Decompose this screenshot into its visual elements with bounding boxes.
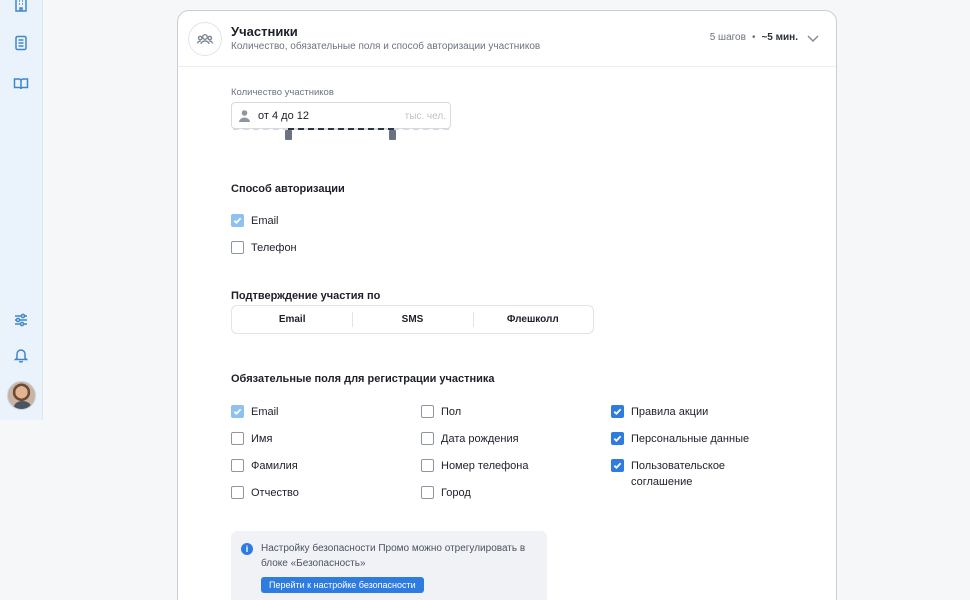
required-patronymic-checkbox[interactable]: Отчество <box>231 485 299 501</box>
checkbox-unchecked-icon[interactable] <box>231 432 244 445</box>
confirm-option-email[interactable]: Email <box>232 306 352 333</box>
required-city-label: Город <box>441 487 471 499</box>
checkbox-checked-icon[interactable] <box>231 405 244 418</box>
auth-email-label: Email <box>251 215 279 227</box>
auth-section-title: Способ авторизации <box>231 183 345 195</box>
confirm-section-title: Подтверждение участия по <box>231 290 381 302</box>
avatar[interactable] <box>7 381 36 410</box>
auth-phone-checkbox[interactable]: Телефон <box>231 240 297 256</box>
required-phone-checkbox[interactable]: Номер телефона <box>421 458 528 474</box>
chevron-down-icon[interactable] <box>806 31 820 45</box>
checkbox-unchecked-icon[interactable] <box>421 459 434 472</box>
required-gender-label: Пол <box>441 406 462 418</box>
card-meta: 5 шагов • ~5 мин. <box>710 32 798 43</box>
building-icon[interactable] <box>11 0 31 14</box>
required-rules-label: Правила акции <box>631 406 709 418</box>
required-birthdate-checkbox[interactable]: Дата рождения <box>421 431 519 447</box>
time-estimate: ~5 мин. <box>761 32 798 43</box>
sidebar <box>0 0 43 420</box>
required-gender-checkbox[interactable]: Пол <box>421 404 461 420</box>
checkbox-checked-icon[interactable] <box>611 459 624 472</box>
checkbox-unchecked-icon[interactable] <box>231 241 244 254</box>
checkbox-checked-icon[interactable] <box>611 432 624 445</box>
checkbox-unchecked-icon[interactable] <box>421 405 434 418</box>
steps-count: 5 шагов <box>709 32 746 43</box>
auth-email-checkbox[interactable]: Email <box>231 213 279 229</box>
required-patronymic-label: Отчество <box>251 487 299 499</box>
required-name-checkbox[interactable]: Имя <box>231 431 272 447</box>
required-birthdate-label: Дата рождения <box>441 433 519 445</box>
security-info-box: i Настройку безопасности Промо можно отр… <box>231 531 547 600</box>
confirm-option-sms[interactable]: SMS <box>352 306 472 333</box>
confirm-segmented-control[interactable]: Email SMS Флешколл <box>231 305 594 334</box>
meta-separator: • <box>751 32 756 43</box>
required-personal-data-label: Персональные данные <box>631 433 750 445</box>
book-icon[interactable] <box>11 74 31 94</box>
required-surname-checkbox[interactable]: Фамилия <box>231 458 298 474</box>
document-icon[interactable] <box>11 33 31 53</box>
required-section-title: Обязательные поля для регистрации участн… <box>231 373 495 385</box>
required-city-checkbox[interactable]: Город <box>421 485 471 501</box>
required-email-checkbox[interactable]: Email <box>231 404 279 420</box>
slider-min-handle[interactable] <box>285 130 292 140</box>
card-header[interactable]: Участники Количество, обязательные поля … <box>178 11 836 67</box>
checkbox-unchecked-icon[interactable] <box>231 459 244 472</box>
checkbox-checked-icon[interactable] <box>231 214 244 227</box>
info-icon: i <box>241 543 253 555</box>
card-subtitle: Количество, обязательные поля и способ а… <box>231 41 541 52</box>
participants-slider[interactable] <box>231 126 451 144</box>
card-title: Участники <box>231 24 298 39</box>
required-surname-label: Фамилия <box>251 460 298 472</box>
go-to-security-button[interactable]: Перейти к настройке безопасности <box>261 577 424 593</box>
security-info-text: Настройку безопасности Промо можно отрег… <box>261 543 526 569</box>
required-phone-label: Номер телефона <box>441 460 529 472</box>
required-user-agreement-checkbox[interactable]: Пользовательское соглашение <box>611 458 751 490</box>
required-user-agreement-label: Пользовательское соглашение <box>631 460 726 488</box>
participants-unit: тыс. чел. <box>404 111 446 122</box>
participants-icon <box>188 22 222 56</box>
required-personal-data-checkbox[interactable]: Персональные данные <box>611 431 749 447</box>
required-rules-checkbox[interactable]: Правила акции <box>611 404 708 420</box>
participants-card: Участники Количество, обязательные поля … <box>177 10 837 600</box>
required-name-label: Имя <box>251 433 273 445</box>
required-email-label: Email <box>251 406 279 418</box>
slider-range-fill <box>288 128 394 130</box>
checkbox-unchecked-icon[interactable] <box>421 432 434 445</box>
participants-range-input[interactable]: от 4 до 12 тыс. чел. <box>231 102 451 129</box>
participants-range-value: от 4 до 12 <box>258 109 309 122</box>
checkbox-checked-icon[interactable] <box>611 405 624 418</box>
confirm-option-flashcall[interactable]: Флешколл <box>472 306 593 333</box>
user-icon <box>239 110 250 122</box>
slider-max-handle[interactable] <box>389 130 396 140</box>
participants-count-label: Количество участников <box>231 87 334 98</box>
bell-icon[interactable] <box>11 345 31 365</box>
sliders-icon[interactable] <box>11 310 31 330</box>
auth-phone-label: Телефон <box>251 242 297 254</box>
checkbox-unchecked-icon[interactable] <box>231 486 244 499</box>
checkbox-unchecked-icon[interactable] <box>421 486 434 499</box>
